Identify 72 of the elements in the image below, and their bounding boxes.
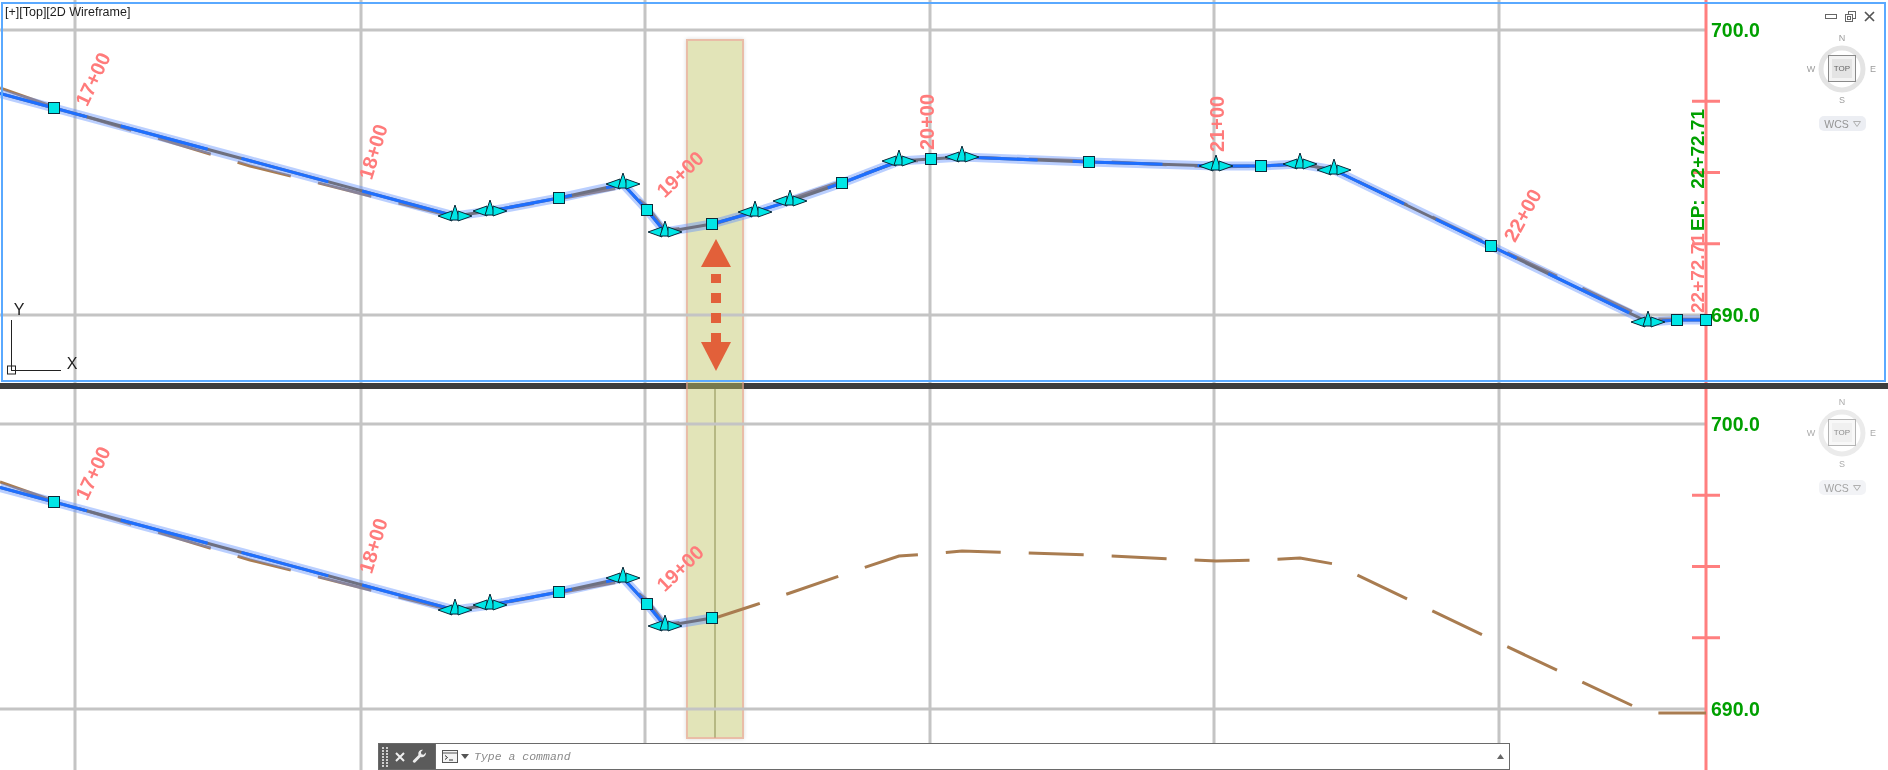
triangle-grip-icon[interactable] (757, 206, 773, 218)
triangle-grip-icon[interactable] (625, 572, 641, 584)
viewport-menu[interactable]: [2D Wireframe] (46, 5, 131, 20)
station-label: 17+00 (71, 443, 115, 504)
square-grip-icon[interactable] (1255, 160, 1267, 172)
square-grip-icon[interactable] (706, 612, 718, 624)
triangle-grip-icon[interactable] (457, 210, 473, 222)
triangle-grip-icon[interactable] (667, 226, 683, 238)
triangle-grip-icon[interactable] (1650, 316, 1666, 328)
x-axis-label: X (66, 354, 78, 372)
y-axis-label: Y (13, 300, 25, 318)
compass-east-label[interactable]: E (1870, 428, 1876, 438)
square-grip-icon[interactable] (1700, 314, 1712, 326)
triangle-grip-icon[interactable] (1218, 160, 1234, 172)
triangle-grip-icon[interactable] (1302, 158, 1318, 170)
caret-icon[interactable] (461, 754, 469, 759)
triangle-grip-icon[interactable] (792, 195, 808, 207)
triangle-grip-icon[interactable] (964, 151, 980, 163)
ucs-icon (7, 319, 62, 375)
square-grip-icon[interactable] (1485, 240, 1497, 252)
triangle-grip-icon[interactable] (492, 599, 508, 611)
triangle-grip-icon[interactable] (492, 205, 508, 217)
elevation-label: 690.0 (1711, 698, 1760, 720)
minimize-icon[interactable] (1825, 13, 1837, 19)
elevation-label: 690.0 (1711, 304, 1760, 326)
compass-south-label[interactable]: S (1839, 95, 1845, 105)
station-label: 18+00 (354, 515, 392, 576)
triangle-grip-icon[interactable] (901, 155, 917, 167)
square-grip-icon[interactable] (553, 192, 565, 204)
viewcube-face[interactable]: TOP (1828, 55, 1856, 82)
station-label: 22+72.71 (1686, 233, 1708, 313)
compass-north-label[interactable]: N (1838, 397, 1846, 407)
station-label: 17+00 (71, 49, 115, 110)
triangle-grip-icon[interactable] (1336, 164, 1352, 176)
station-label: 18+00 (354, 121, 392, 182)
caret-up-icon[interactable] (1497, 754, 1504, 759)
triangle-grip-icon[interactable] (667, 620, 683, 632)
compass-ring[interactable] (1818, 45, 1866, 93)
ucs-menu-button[interactable]: WCS (1819, 480, 1866, 495)
station-label: 20+00 (916, 93, 938, 151)
square-grip-icon[interactable] (836, 177, 848, 189)
compass-west-label[interactable]: W (1806, 64, 1816, 74)
viewcube-face[interactable]: TOP (1828, 419, 1856, 446)
square-grip-icon[interactable] (48, 102, 60, 114)
restore-icon[interactable] (1845, 10, 1856, 22)
viewport-menu[interactable]: [Top] (19, 5, 47, 20)
grip-handle-icon[interactable] (382, 746, 388, 767)
elevation-label: 700.0 (1711, 413, 1760, 435)
square-grip-icon[interactable] (48, 496, 60, 508)
viewport-menu[interactable]: [+] (5, 5, 20, 20)
square-grip-icon[interactable] (925, 153, 937, 165)
end-station-label: EP: 22+72.71 (1686, 109, 1708, 231)
terminal-icon[interactable] (442, 750, 458, 763)
square-grip-icon[interactable] (641, 204, 653, 216)
compass-north-label[interactable]: N (1838, 33, 1846, 43)
elevation-label: 700.0 (1711, 19, 1760, 41)
triangle-grip-icon[interactable] (625, 178, 641, 190)
ucs-menu-button[interactable]: WCS (1819, 116, 1866, 131)
square-grip-icon[interactable] (1083, 156, 1095, 168)
square-grip-icon[interactable] (641, 598, 653, 610)
station-label: 21+00 (1206, 95, 1228, 152)
compass-west-label[interactable]: W (1806, 428, 1816, 438)
command-input[interactable]: Type a command (474, 746, 1497, 767)
compass-east-label[interactable]: E (1870, 64, 1876, 74)
triangle-grip-icon[interactable] (457, 604, 473, 616)
command-line-field[interactable]: Type a command (435, 743, 1510, 770)
square-grip-icon[interactable] (1671, 314, 1683, 326)
close-icon[interactable] (1864, 10, 1875, 22)
compass-south-label[interactable]: S (1839, 459, 1845, 469)
square-grip-icon[interactable] (553, 586, 565, 598)
square-grip-icon[interactable] (706, 218, 718, 230)
wrench-icon[interactable] (412, 749, 427, 764)
